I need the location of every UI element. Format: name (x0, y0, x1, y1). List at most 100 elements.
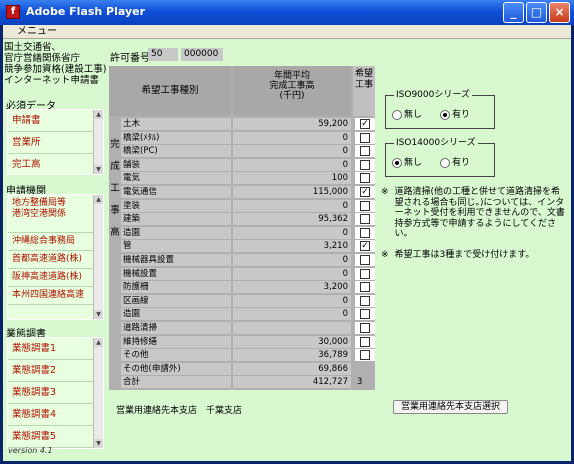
table-row: 区画線 0 (121, 294, 375, 308)
row-value[interactable] (233, 322, 351, 334)
row-value[interactable]: 0 (233, 199, 351, 212)
row-check-cell: ✓ (355, 240, 375, 253)
wish-checkbox[interactable] (360, 336, 370, 347)
row-value[interactable]: 95,362 (233, 213, 351, 226)
scroll-up-icon[interactable]: ▲ (94, 195, 103, 204)
wish-checkbox[interactable] (360, 295, 370, 306)
scroll-up-icon[interactable]: ▲ (94, 110, 103, 119)
sidebar-item-institution-4[interactable]: 阪神高速道路(株) (8, 269, 103, 287)
vertical-char: 成 (110, 161, 120, 172)
sidebar-item-institution-2[interactable]: 沖縄総合事務局 (8, 233, 103, 251)
wish-checkbox[interactable] (360, 173, 370, 184)
row-value[interactable]: 0 (233, 145, 351, 158)
select-branch-button[interactable]: 営業用連絡先本支店選択 (393, 400, 508, 414)
wish-checkbox[interactable] (360, 255, 370, 265)
row-value[interactable]: 0 (233, 294, 351, 307)
row-value[interactable]: 30,000 (233, 335, 351, 348)
minimize-button[interactable]: _ (503, 2, 524, 23)
sidebar-item-required-2[interactable]: 営業所 (8, 132, 103, 154)
row-value[interactable]: 36,789 (233, 349, 351, 362)
scroll-down-icon[interactable]: ▼ (94, 439, 103, 448)
wish-checkbox[interactable]: ✓ (360, 119, 370, 129)
agency-line: 官庁営繕関係省庁 (4, 53, 81, 64)
row-name: 合計 (121, 376, 231, 389)
row-check-cell (355, 254, 375, 266)
sidebar-item-required-3[interactable]: 完工高 (8, 154, 103, 174)
row-value[interactable]: 100 (233, 172, 351, 185)
iso14000-none-radio[interactable] (392, 158, 402, 168)
header-wish-line: 希望 (354, 69, 373, 79)
menu-item-main[interactable]: メニュー (17, 25, 57, 39)
iso9000-has-radio[interactable] (440, 110, 450, 120)
wish-checkbox[interactable] (360, 309, 370, 320)
row-value[interactable]: 69,866 (233, 362, 351, 375)
row-value[interactable]: 0 (233, 267, 351, 280)
table-row: 建築 95,362 (121, 213, 375, 226)
row-value[interactable]: 59,200 (233, 118, 351, 130)
wish-checkbox[interactable] (360, 200, 370, 211)
close-button[interactable]: × (549, 2, 570, 23)
wish-checkbox[interactable]: ✓ (360, 187, 370, 197)
row-check-cell (355, 349, 375, 362)
table-row: 電気 100 (121, 172, 375, 185)
scrollbar[interactable]: ▲ ▼ (93, 338, 103, 448)
row-name: その他(申請外) (121, 362, 231, 375)
row-extra: 3 (355, 376, 375, 389)
row-value[interactable]: 0 (233, 158, 351, 171)
sidebar-item-institution-5[interactable]: 本州四国連絡高速 (8, 287, 103, 305)
row-value[interactable]: 3,200 (233, 281, 351, 294)
wish-checkbox[interactable] (360, 227, 370, 238)
permit-number-field[interactable]: 000000 (181, 48, 223, 61)
wish-checkbox[interactable] (360, 214, 370, 225)
sidebar-item-required-1[interactable]: 申請書 (8, 110, 103, 132)
table-row: 造園 0 (121, 226, 375, 240)
sidebar-item-institution-1[interactable]: 地方整備局等 港湾空港関係 (8, 195, 103, 233)
table-row: 舗装 0 (121, 158, 375, 172)
title-bar[interactable]: f Adobe Flash Player _ □ × (0, 0, 574, 25)
scrollbar[interactable]: ▲ ▼ (93, 110, 103, 174)
institutions-panel: 地方整備局等 港湾空港関係 沖縄総合事務局 首都高速道路(株) 阪神高速道路(株) 本州… (7, 194, 104, 320)
maximize-button[interactable]: □ (526, 2, 547, 23)
scroll-up-icon[interactable]: ▲ (94, 338, 103, 347)
note-2-text: 希望工事は3種まで受け付けます。 (394, 249, 535, 260)
scroll-down-icon[interactable]: ▼ (94, 310, 103, 319)
sidebar-item-survey-3[interactable]: 業態調書3 (8, 382, 103, 404)
permit-code-field[interactable]: 50 (148, 48, 178, 61)
table-row: 塗装 0 (121, 199, 375, 213)
wish-checkbox[interactable] (360, 282, 370, 293)
table-row: 合計 412,727 3 (121, 376, 375, 389)
row-check-cell: ✓ (355, 186, 375, 198)
row-value[interactable]: 0 (233, 308, 351, 321)
row-value[interactable]: 0 (233, 254, 351, 266)
table-row: 造園 0 (121, 308, 375, 321)
header-avg-line: 完成工事高 (269, 81, 315, 91)
wish-checkbox[interactable] (360, 159, 370, 170)
wish-checkbox[interactable] (360, 350, 370, 361)
sidebar-item-survey-1[interactable]: 業態調書1 (8, 338, 103, 360)
row-value[interactable]: 412,727 (233, 376, 351, 389)
sidebar-item-survey-2[interactable]: 業態調書2 (8, 360, 103, 382)
row-value[interactable]: 0 (233, 131, 351, 144)
table-row: 防護柵 3,200 (121, 281, 375, 294)
row-value[interactable]: 3,210 (233, 240, 351, 253)
row-value[interactable]: 0 (233, 226, 351, 239)
row-name: 塗装 (121, 199, 231, 212)
wish-checkbox[interactable] (360, 146, 370, 157)
sidebar-item-survey-5[interactable]: 業態調書5 (8, 426, 103, 448)
row-name: 機械器具設置 (121, 254, 231, 266)
row-name: 舗装 (121, 158, 231, 171)
wish-checkbox[interactable] (360, 323, 370, 333)
wish-checkbox[interactable] (360, 268, 370, 279)
row-check-cell (355, 308, 375, 321)
sidebar-item-institution-3[interactable]: 首都高速道路(株) (8, 251, 103, 269)
iso9000-none-radio[interactable] (392, 110, 402, 120)
sidebar-item-survey-4[interactable]: 業態調書4 (8, 404, 103, 426)
wish-checkbox[interactable] (360, 132, 370, 143)
iso14000-has-radio[interactable] (440, 158, 450, 168)
wish-checkbox[interactable]: ✓ (360, 241, 370, 252)
menu-bar: メニュー (3, 25, 571, 39)
row-check-cell: ✓ (355, 118, 375, 130)
row-value[interactable]: 115,000 (233, 186, 351, 198)
scroll-down-icon[interactable]: ▼ (94, 165, 103, 174)
scrollbar[interactable]: ▲ ▼ (93, 195, 103, 319)
